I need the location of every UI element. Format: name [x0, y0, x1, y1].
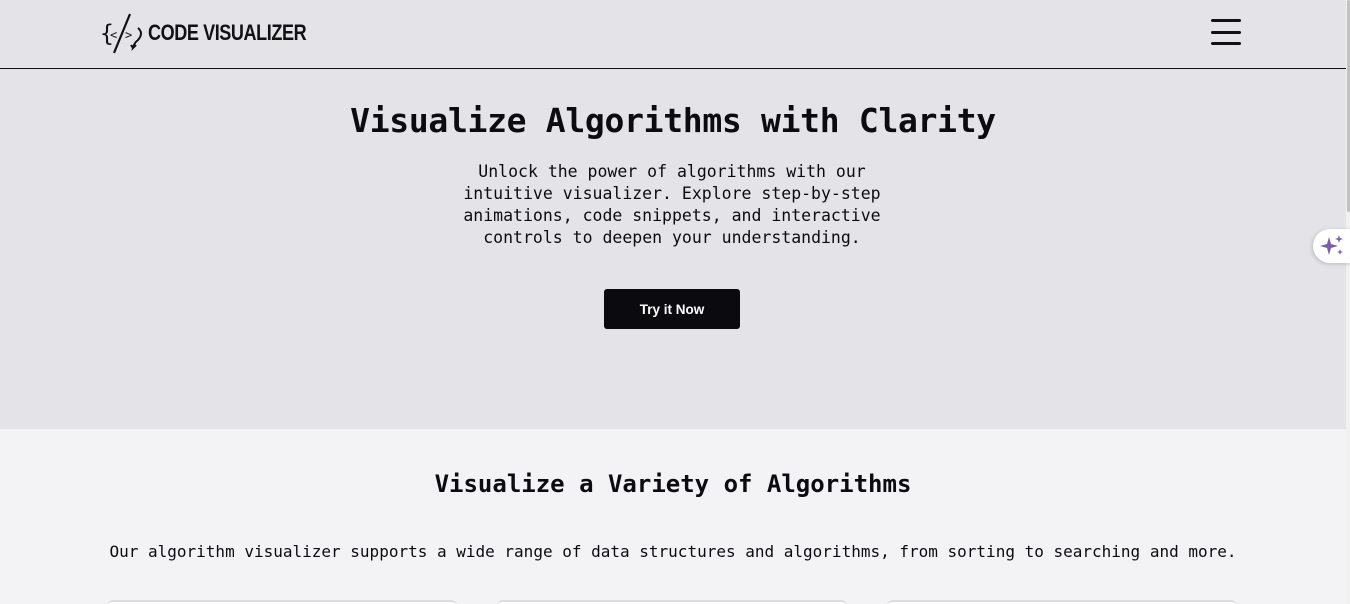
- code-brackets-icon: { < >: [100, 13, 142, 54]
- site-header: { < > CODE VISUALIZER: [0, 0, 1346, 69]
- sparkles-icon: [1320, 235, 1343, 255]
- feature-card[interactable]: [887, 600, 1237, 604]
- svg-text:<: <: [110, 28, 117, 42]
- logo-text: CODE VISUALIZER: [148, 20, 307, 45]
- try-it-now-button[interactable]: Try it Now: [604, 289, 740, 329]
- hero-title: Visualize Algorithms with Clarity: [350, 101, 996, 140]
- site-logo[interactable]: { < > CODE VISUALIZER: [100, 10, 341, 56]
- features-title: Visualize a Variety of Algorithms: [434, 470, 912, 498]
- ai-assistant-button[interactable]: [1313, 229, 1350, 263]
- hero-section: Visualize Algorithms with Clarity Unlock…: [0, 69, 1346, 429]
- features-description: Our algorithm visualizer supports a wide…: [109, 542, 1237, 561]
- hamburger-menu-icon[interactable]: [1208, 17, 1244, 47]
- hero-subtitle-line: animations, code snippets, and interacti…: [463, 206, 881, 225]
- features-section: Visualize a Variety of Algorithms Our al…: [0, 429, 1346, 604]
- hero-subtitle-line: Unlock the power of algorithms with our: [478, 162, 866, 181]
- svg-text:>: >: [125, 28, 132, 42]
- feature-card[interactable]: [497, 600, 847, 604]
- hero-subtitle: Unlock the power of algorithms with our …: [448, 161, 896, 249]
- hero-subtitle-line: controls to deepen your understanding.: [483, 228, 861, 247]
- feature-card[interactable]: [107, 600, 457, 604]
- hero-subtitle-line: intuitive visualizer. Explore step-by-st…: [463, 184, 881, 203]
